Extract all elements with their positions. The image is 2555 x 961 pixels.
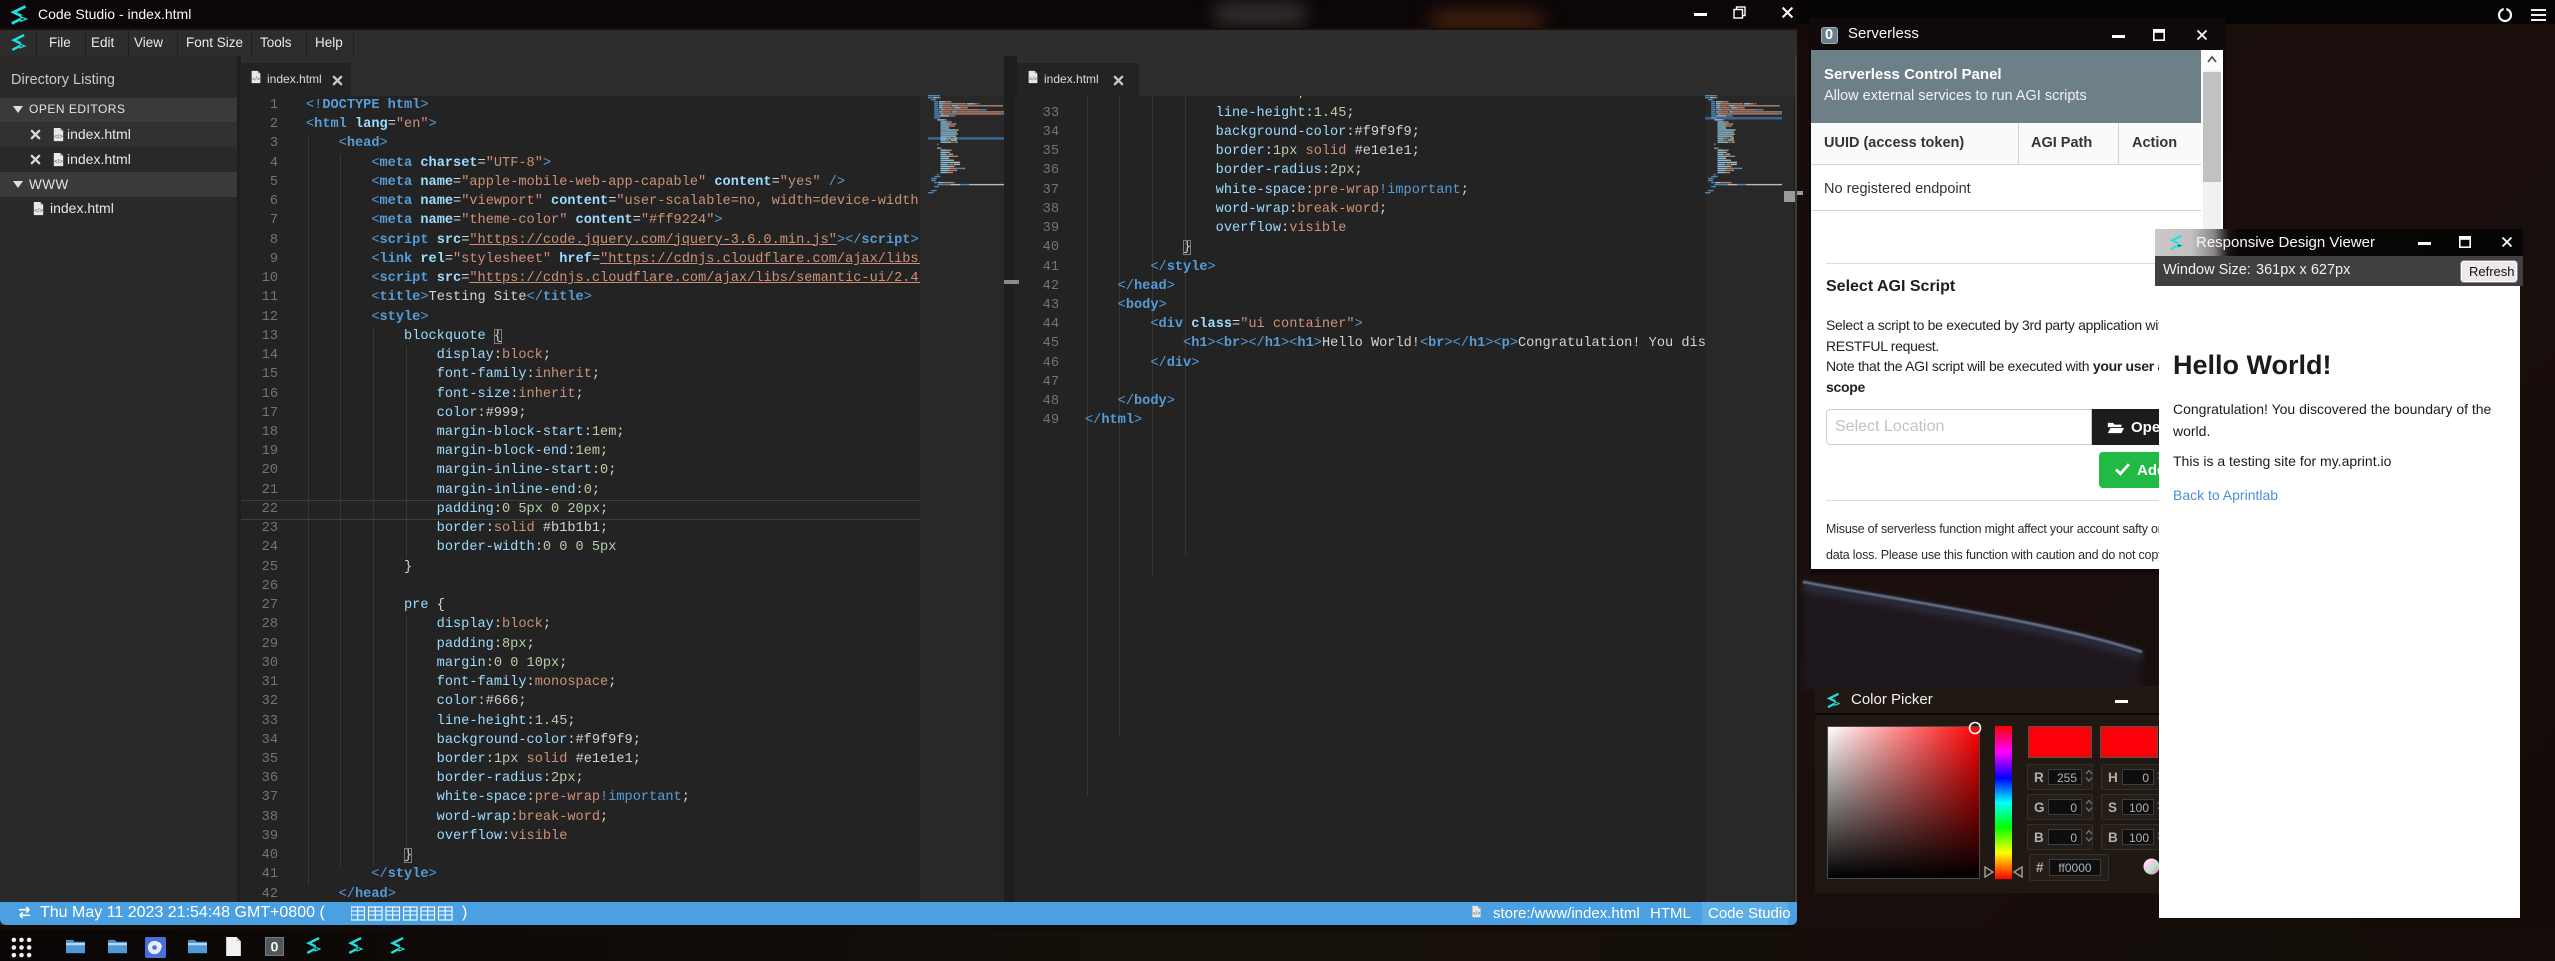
svg-text:</>: </> [252,77,261,83]
svg-text:</>: </> [1473,911,1481,917]
svg-text:</>: </> [34,207,43,214]
svg-text:</>: </> [1029,77,1038,83]
svg-text:</>: </> [54,133,63,140]
svg-text:</>: </> [54,158,63,165]
svg-text:0: 0 [271,940,279,956]
